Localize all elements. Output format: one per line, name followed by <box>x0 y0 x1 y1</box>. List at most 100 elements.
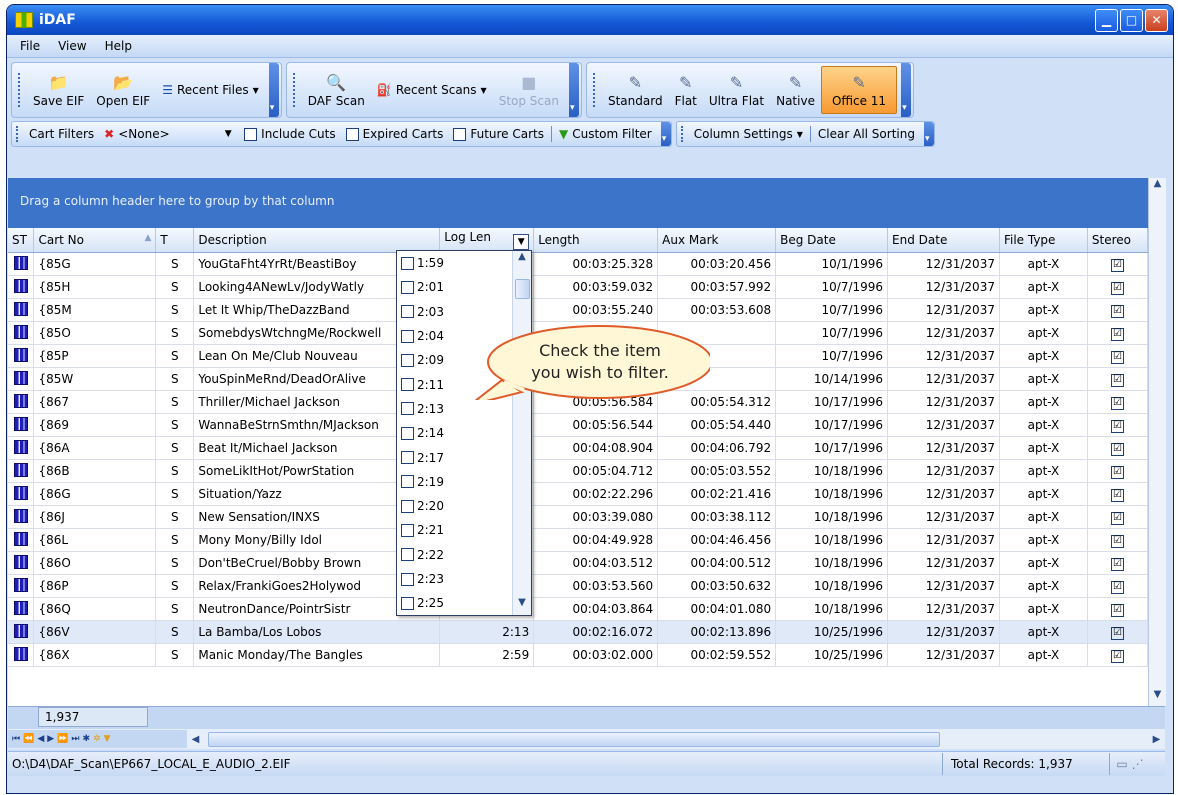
stereo-checkbox[interactable]: ☑ <box>1110 512 1124 525</box>
column-header-aux-mark[interactable]: Aux Mark <box>657 228 777 253</box>
vertical-scrollbar[interactable]: ▲ ▼ <box>1148 178 1166 706</box>
cell-t[interactable]: S <box>155 321 195 345</box>
cell-beg[interactable]: 10/1/1996 <box>775 252 889 276</box>
column-settings-button[interactable]: Column Settings ▼ <box>689 127 808 141</box>
cell-desc[interactable]: La Bamba/Los Lobos <box>193 620 441 644</box>
cell-end[interactable]: 12/31/2037 <box>887 344 1000 368</box>
maximize-button[interactable]: □ <box>1120 8 1143 32</box>
cell-aux[interactable]: 00:05:03.552 <box>657 459 777 483</box>
cell-t[interactable]: S <box>155 528 195 552</box>
cancel-icon[interactable]: ✲ <box>93 734 101 744</box>
daf-scan-button[interactable]: 🔍 DAF Scan <box>302 67 371 113</box>
cell-cart[interactable]: {85P <box>33 344 157 368</box>
cell-end[interactable]: 12/31/2037 <box>887 298 1000 322</box>
cell-end[interactable]: 12/31/2037 <box>887 459 1000 483</box>
cell-beg[interactable]: 10/7/1996 <box>775 344 889 368</box>
cell-beg[interactable]: 10/17/1996 <box>775 390 889 414</box>
cell-cart[interactable]: {86J <box>33 505 157 529</box>
table-row[interactable]: {86V S La Bamba/Los Lobos 2:13 00:02:16.072 0… <box>8 620 1148 644</box>
cell-stereo[interactable]: ☑ <box>1087 436 1148 460</box>
cell-end[interactable]: 12/31/2037 <box>887 275 1000 299</box>
scroll-up-icon[interactable]: ▲ <box>1149 178 1166 195</box>
table-row[interactable]: {85H S Looking4ANewLv/JodyWatly 00:03:59.03… <box>8 275 1148 299</box>
filter-icon[interactable]: ▼ <box>104 734 111 744</box>
cell-type[interactable]: apt-X <box>999 528 1088 552</box>
cell-aux[interactable]: 00:03:20.456 <box>657 252 777 276</box>
cell-stereo[interactable]: ☑ <box>1087 643 1148 667</box>
filter-option-checkbox[interactable] <box>401 596 414 610</box>
cell-st[interactable] <box>8 643 35 667</box>
cell-end[interactable]: 12/31/2037 <box>887 321 1000 345</box>
cell-beg[interactable]: 10/7/1996 <box>775 321 889 345</box>
save-eif-button[interactable]: 📁 Save EIF <box>27 67 90 113</box>
cell-t[interactable]: S <box>155 275 195 299</box>
filter-option-checkbox[interactable] <box>401 499 414 513</box>
filter-option[interactable]: 2:17 <box>397 445 509 469</box>
cell-type[interactable]: apt-X <box>999 551 1088 575</box>
stereo-checkbox[interactable]: ☑ <box>1110 351 1124 364</box>
filter-option-checkbox[interactable] <box>401 280 414 294</box>
theme-standard-button[interactable]: ✎ Standard <box>602 67 669 113</box>
cell-end[interactable]: 12/31/2037 <box>887 574 1000 598</box>
cell-stereo[interactable]: ☑ <box>1087 275 1148 299</box>
cell-st[interactable] <box>8 344 35 368</box>
theme-flat-button[interactable]: ✎ Flat <box>669 67 703 113</box>
cell-cart[interactable]: {869 <box>33 413 157 437</box>
cell-beg[interactable]: 10/18/1996 <box>775 528 889 552</box>
column-header-file-type[interactable]: File Type <box>999 228 1088 253</box>
cell-type[interactable]: apt-X <box>999 482 1088 506</box>
stereo-checkbox[interactable]: ☑ <box>1110 466 1124 479</box>
theme-office-11-button[interactable]: ✎ Office 11 <box>820 66 898 114</box>
cell-type[interactable]: apt-X <box>999 367 1088 391</box>
cell-length[interactable]: 00:05:04.712 <box>533 459 659 483</box>
cell-st[interactable] <box>8 275 35 299</box>
cell-cart[interactable]: {86V <box>33 620 157 644</box>
cell-aux[interactable]: 00:04:06.792 <box>657 436 777 460</box>
filter-option[interactable]: 2:19 <box>397 470 509 494</box>
column-header-beg-date[interactable]: Beg Date <box>775 228 889 253</box>
cell-cart[interactable]: {85W <box>33 367 157 391</box>
filter-option-checkbox[interactable] <box>401 451 414 465</box>
filter-option-checkbox[interactable] <box>401 329 414 343</box>
cart-filter-combo[interactable]: ✖ <None> ▼ <box>99 127 239 141</box>
cell-stereo[interactable]: ☑ <box>1087 482 1148 506</box>
table-row[interactable]: {86A S Beat It/Michael Jackson 00:04:08.904… <box>8 436 1148 460</box>
cell-beg[interactable]: 10/18/1996 <box>775 459 889 483</box>
toolbar-overflow-button[interactable] <box>568 63 579 117</box>
filter-option-checkbox[interactable] <box>401 572 414 586</box>
cell-t[interactable]: S <box>155 482 195 506</box>
cell-type[interactable]: apt-X <box>999 505 1088 529</box>
cell-end[interactable]: 12/31/2037 <box>887 551 1000 575</box>
stereo-checkbox[interactable]: ☑ <box>1110 259 1124 272</box>
cell-end[interactable]: 12/31/2037 <box>887 367 1000 391</box>
cell-st[interactable] <box>8 367 35 391</box>
cell-end[interactable]: 12/31/2037 <box>887 505 1000 529</box>
cell-t[interactable]: S <box>155 505 195 529</box>
cell-beg[interactable]: 10/18/1996 <box>775 482 889 506</box>
cell-t[interactable]: S <box>155 459 195 483</box>
cell-beg[interactable]: 10/14/1996 <box>775 367 889 391</box>
cell-t[interactable]: S <box>155 620 195 644</box>
cell-length[interactable]: 00:03:53.560 <box>533 574 659 598</box>
filter-option-checkbox[interactable] <box>401 523 414 537</box>
next-record-icon[interactable]: ▶ <box>47 734 54 744</box>
stereo-checkbox[interactable]: ☑ <box>1110 328 1124 341</box>
toolbar-grip[interactable] <box>18 73 23 107</box>
filter-option[interactable]: 2:20 <box>397 494 509 518</box>
cell-cart[interactable]: {86B <box>33 459 157 483</box>
theme-ultra-flat-button[interactable]: ✎ Ultra Flat <box>703 67 770 113</box>
toolbar-overflow-button[interactable] <box>923 122 934 146</box>
cell-cart[interactable]: {86G <box>33 482 157 506</box>
cell-t[interactable]: S <box>155 574 195 598</box>
theme-native-button[interactable]: ✎ Native <box>770 67 821 113</box>
minimize-button[interactable]: ▁ <box>1095 8 1118 32</box>
cell-t[interactable]: S <box>155 390 195 414</box>
menu-file[interactable]: File <box>11 39 49 53</box>
cell-st[interactable] <box>8 436 35 460</box>
cell-t[interactable]: S <box>155 643 195 667</box>
cell-end[interactable]: 12/31/2037 <box>887 643 1000 667</box>
stereo-checkbox[interactable]: ☑ <box>1110 374 1124 387</box>
cell-t[interactable]: S <box>155 367 195 391</box>
dropdown-scroll-thumb[interactable] <box>515 279 530 299</box>
scroll-down-icon[interactable]: ▼ <box>513 597 531 615</box>
